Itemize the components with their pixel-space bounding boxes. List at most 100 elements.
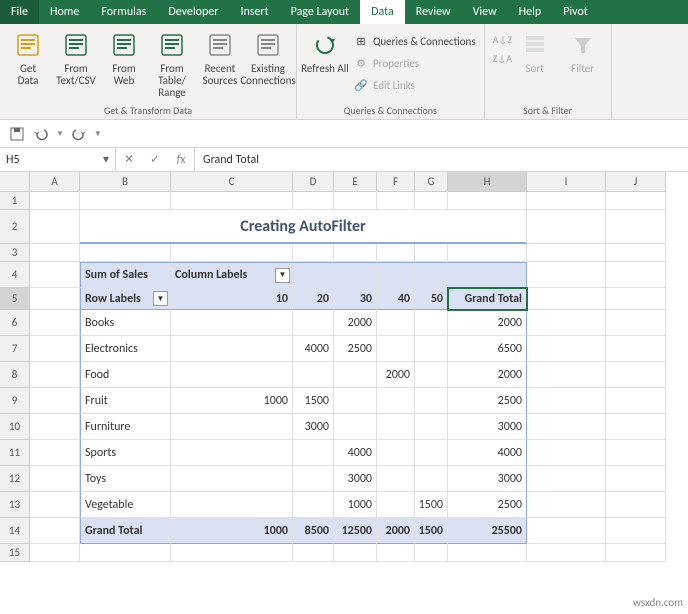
cancel-button[interactable]: ✕: [116, 152, 142, 167]
data-cell[interactable]: [171, 440, 293, 466]
data-cell[interactable]: [334, 388, 377, 414]
cell[interactable]: [30, 262, 80, 288]
cell[interactable]: [606, 362, 666, 388]
cell[interactable]: [606, 262, 666, 288]
data-cell[interactable]: [377, 466, 415, 492]
row-header[interactable]: 7: [0, 336, 30, 362]
existing-connections-button[interactable]: ExistingConnections: [244, 27, 292, 87]
data-cell[interactable]: [293, 440, 334, 466]
data-cell[interactable]: [377, 388, 415, 414]
row-label[interactable]: Furniture: [80, 414, 171, 440]
grand-col-total[interactable]: 1000: [171, 518, 293, 544]
data-cell[interactable]: [415, 336, 448, 362]
cell[interactable]: [30, 544, 80, 562]
tab-file[interactable]: File: [0, 0, 39, 24]
recent-sources-button[interactable]: RecentSources: [196, 27, 244, 87]
row-total[interactable]: 2000: [448, 310, 527, 336]
data-cell[interactable]: [293, 466, 334, 492]
row-label[interactable]: Sports: [80, 440, 171, 466]
cell[interactable]: [606, 544, 666, 562]
tab-data[interactable]: Data: [360, 0, 405, 24]
get-data-button[interactable]: GetData: [4, 27, 52, 87]
data-cell[interactable]: [171, 336, 293, 362]
row-label[interactable]: Food: [80, 362, 171, 388]
row-total[interactable]: 3000: [448, 414, 527, 440]
column-header[interactable]: G: [415, 172, 448, 192]
row-label[interactable]: Fruit: [80, 388, 171, 414]
grand-col-total[interactable]: 8500: [293, 518, 334, 544]
cell[interactable]: [527, 244, 606, 262]
col-header[interactable]: 40: [377, 288, 415, 310]
data-cell[interactable]: [171, 414, 293, 440]
column-header[interactable]: H: [448, 172, 527, 192]
properties-button[interactable]: ⚙Properties: [349, 53, 480, 73]
column-header[interactable]: [0, 172, 30, 192]
cell[interactable]: [30, 244, 80, 262]
cell[interactable]: [30, 288, 80, 310]
filter-dropdown[interactable]: ▼: [153, 291, 168, 306]
sort-button[interactable]: Sort: [511, 27, 559, 75]
queries-connections-button[interactable]: ⊞Queries & Connections: [349, 31, 480, 51]
cell[interactable]: [606, 192, 666, 210]
edit-links-button[interactable]: 🔗Edit Links: [349, 75, 480, 95]
from-table-range-button[interactable]: From Table/Range: [148, 27, 196, 99]
enter-button[interactable]: ✓: [142, 152, 168, 167]
cell[interactable]: [527, 192, 606, 210]
row-total[interactable]: 6500: [448, 336, 527, 362]
data-cell[interactable]: 3000: [334, 466, 377, 492]
cell[interactable]: [80, 192, 171, 210]
cell[interactable]: [448, 544, 527, 562]
grand-col-total[interactable]: 12500: [334, 518, 377, 544]
cell[interactable]: [293, 262, 334, 288]
from-web-button[interactable]: FromWeb: [100, 27, 148, 87]
cell[interactable]: [377, 544, 415, 562]
cell[interactable]: [30, 492, 80, 518]
cell[interactable]: [448, 262, 527, 288]
column-header[interactable]: D: [293, 172, 334, 192]
row-header[interactable]: 15: [0, 544, 30, 562]
tab-view[interactable]: View: [462, 0, 508, 24]
cell[interactable]: [606, 288, 666, 310]
row-header[interactable]: 6: [0, 310, 30, 336]
cell[interactable]: [377, 192, 415, 210]
row-header[interactable]: 8: [0, 362, 30, 388]
cell[interactable]: [527, 362, 606, 388]
redo-button[interactable]: [70, 125, 88, 143]
cell[interactable]: [606, 388, 666, 414]
cell[interactable]: [415, 244, 448, 262]
column-header[interactable]: B: [80, 172, 171, 192]
data-cell[interactable]: 1000: [334, 492, 377, 518]
grand-col-total[interactable]: 1500: [415, 518, 448, 544]
cell[interactable]: [293, 244, 334, 262]
data-cell[interactable]: [334, 414, 377, 440]
data-cell[interactable]: [415, 466, 448, 492]
tab-pivot[interactable]: Pivot: [552, 0, 599, 24]
tab-formulas[interactable]: Formulas: [90, 0, 157, 24]
row-header[interactable]: 4: [0, 262, 30, 288]
row-header[interactable]: 13: [0, 492, 30, 518]
data-cell[interactable]: [334, 362, 377, 388]
cell[interactable]: [606, 310, 666, 336]
grand-col-total[interactable]: 2000: [377, 518, 415, 544]
column-header[interactable]: C: [171, 172, 293, 192]
data-cell[interactable]: [293, 310, 334, 336]
cell[interactable]: [80, 244, 171, 262]
col-header[interactable]: 50: [415, 288, 448, 310]
sort-desc-button[interactable]: Z↓A: [489, 50, 511, 67]
data-cell[interactable]: [293, 492, 334, 518]
data-cell[interactable]: [415, 414, 448, 440]
row-label[interactable]: Vegetable: [80, 492, 171, 518]
row-header[interactable]: 14: [0, 518, 30, 544]
tab-page layout[interactable]: Page Layout: [280, 0, 360, 24]
data-cell[interactable]: [377, 310, 415, 336]
cell[interactable]: [80, 544, 171, 562]
row-total[interactable]: 4000: [448, 440, 527, 466]
row-header[interactable]: 5: [0, 288, 30, 310]
formula-input[interactable]: Grand Total: [195, 148, 688, 171]
sum-of-sales-label[interactable]: Sum of Sales: [80, 262, 171, 288]
cell[interactable]: [527, 466, 606, 492]
cell[interactable]: [448, 244, 527, 262]
cell[interactable]: [606, 336, 666, 362]
cell[interactable]: [30, 440, 80, 466]
cell[interactable]: [527, 414, 606, 440]
